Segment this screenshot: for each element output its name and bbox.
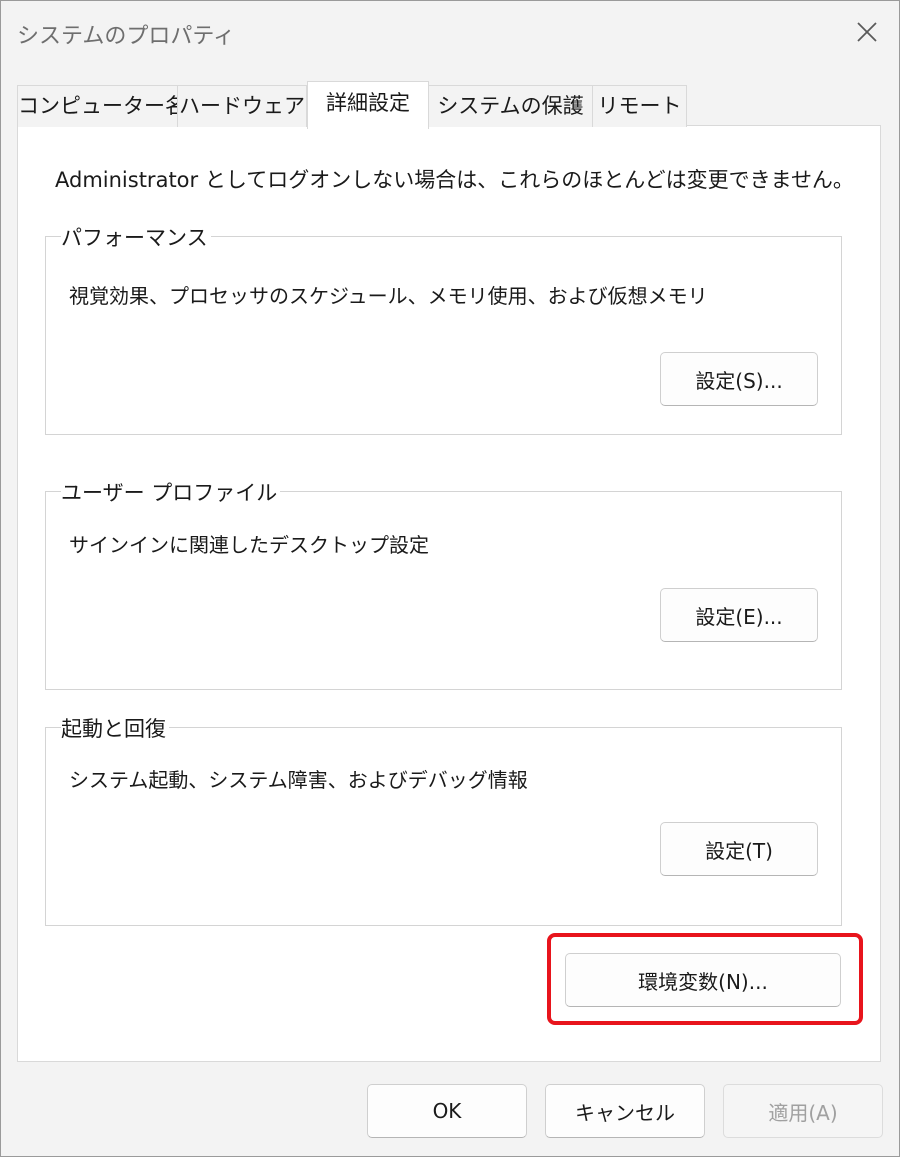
tab-hardware[interactable]: ハードウェア xyxy=(177,85,307,127)
user-profile-group-title: ユーザー プロファイル xyxy=(61,477,281,507)
user-profile-description: サインインに関連したデスクトップ設定 xyxy=(69,533,429,557)
startup-recovery-description: システム起動、システム障害、およびデバッグ情報 xyxy=(69,768,528,792)
close-button[interactable] xyxy=(835,1,899,63)
performance-description: 視覚効果、プロセッサのスケジュール、メモリ使用、および仮想メモリ xyxy=(69,284,708,308)
admin-note: Administrator としてログオンしない場合は、これらのほとんどは変更で… xyxy=(55,168,854,192)
tab-advanced[interactable]: 詳細設定 xyxy=(307,81,429,129)
system-properties-dialog: システムのプロパティ コンピューター名 ハードウェア 詳細設定 システムの保護 … xyxy=(0,0,900,1157)
user-profile-settings-button[interactable]: 設定(E)... xyxy=(660,588,818,642)
highlight-annotation xyxy=(547,933,863,1025)
ok-button[interactable]: OK xyxy=(367,1084,527,1138)
performance-settings-button[interactable]: 設定(S)... xyxy=(660,352,818,406)
close-icon xyxy=(857,22,877,42)
cancel-button[interactable]: キャンセル xyxy=(545,1084,705,1138)
startup-recovery-group-title: 起動と回復 xyxy=(61,713,169,743)
apply-button[interactable]: 適用(A) xyxy=(723,1084,883,1138)
performance-group-title: パフォーマンス xyxy=(61,222,211,252)
startup-recovery-settings-button[interactable]: 設定(T) xyxy=(660,822,818,876)
window-title: システムのプロパティ xyxy=(17,24,236,49)
tab-remote[interactable]: リモート xyxy=(592,85,687,127)
tab-system-protection[interactable]: システムの保護 xyxy=(428,85,593,127)
title-bar: システムのプロパティ xyxy=(1,1,899,65)
tab-computer-name[interactable]: コンピューター名 xyxy=(17,85,186,127)
